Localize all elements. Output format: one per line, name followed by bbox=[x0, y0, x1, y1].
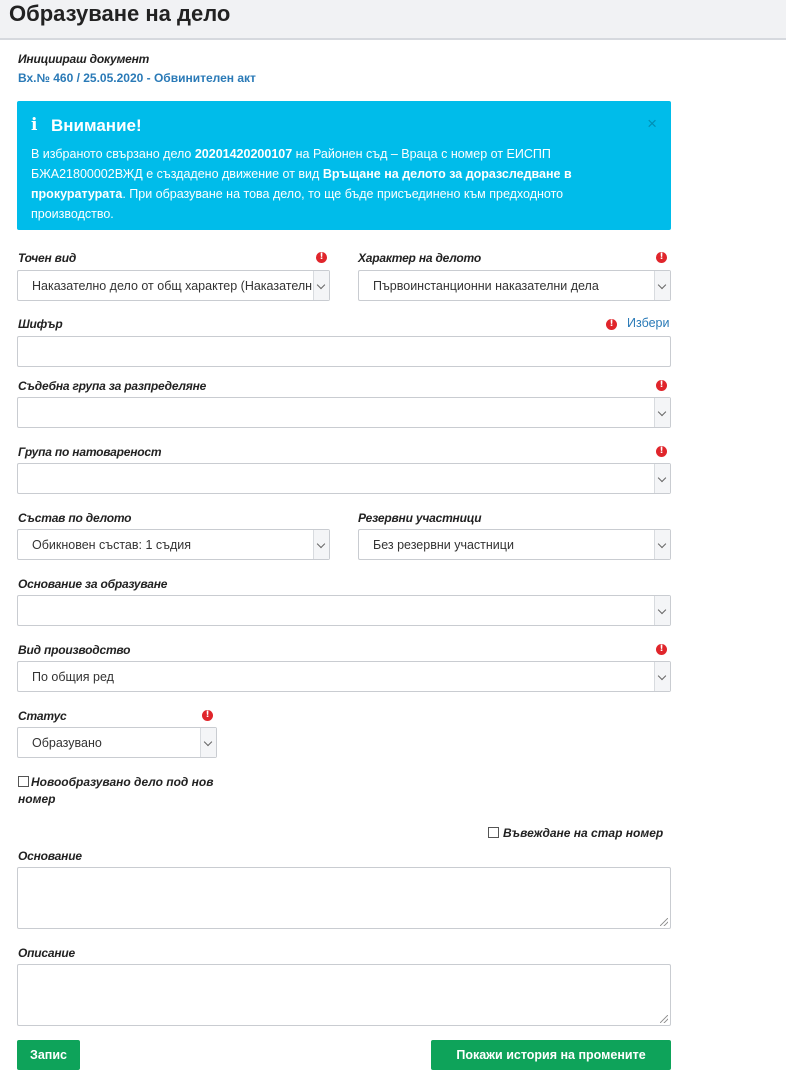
page-header: Образуване на дело bbox=[0, 0, 786, 40]
chevron-down-icon bbox=[654, 530, 670, 559]
resize-handle-icon[interactable] bbox=[660, 918, 668, 926]
chevron-down-icon bbox=[654, 596, 670, 625]
old-number-label: Въвеждане на стар номер bbox=[503, 826, 664, 840]
reserve-label: Резервни участници bbox=[358, 511, 482, 525]
status-value: Образувано bbox=[32, 736, 102, 750]
basis-textarea[interactable] bbox=[17, 867, 671, 929]
info-icon: i bbox=[31, 115, 38, 135]
grounds-init-select[interactable] bbox=[17, 595, 671, 626]
description-textarea[interactable] bbox=[17, 964, 671, 1026]
chevron-down-icon bbox=[200, 728, 216, 757]
composition-select[interactable]: Обикновен състав: 1 съдия bbox=[17, 529, 330, 560]
alert-case-number: 20201420200107 bbox=[194, 147, 293, 161]
new-case-label: Новообразувано дело под нов номер bbox=[18, 775, 214, 806]
required-icon: ! bbox=[656, 644, 667, 655]
composition-label: Състав по делото bbox=[18, 511, 132, 525]
save-button[interactable]: Запис bbox=[17, 1040, 80, 1070]
court-group-select[interactable] bbox=[17, 397, 671, 428]
initiating-doc-label: Инициираш документ bbox=[18, 52, 150, 66]
chevron-down-icon bbox=[313, 530, 329, 559]
required-icon: ! bbox=[606, 319, 617, 330]
old-number-checkbox[interactable] bbox=[488, 827, 499, 838]
exact-type-select[interactable]: Наказателно дело от общ характер (Наказа… bbox=[17, 270, 330, 301]
resize-handle-icon[interactable] bbox=[660, 1015, 668, 1023]
exact-type-label: Точен вид bbox=[18, 251, 77, 265]
required-icon: ! bbox=[316, 252, 327, 263]
chevron-down-icon bbox=[654, 398, 670, 427]
alert-title: Внимание! bbox=[51, 116, 142, 135]
case-character-value: Първоинстанционни наказателни дела bbox=[373, 279, 599, 293]
warning-alert: i Внимание! × В избраното свързано дело … bbox=[17, 101, 671, 230]
court-group-label: Съдебна група за разпределяне bbox=[18, 379, 207, 393]
basis-label: Основание bbox=[18, 849, 82, 863]
status-select[interactable]: Образувано bbox=[17, 727, 217, 758]
chevron-down-icon bbox=[654, 464, 670, 493]
composition-value: Обикновен състав: 1 съдия bbox=[32, 538, 191, 552]
reserve-value: Без резервни участници bbox=[373, 538, 514, 552]
case-character-select[interactable]: Първоинстанционни наказателни дела bbox=[358, 270, 671, 301]
proceeding-type-label: Вид производство bbox=[18, 643, 131, 657]
chevron-down-icon bbox=[654, 662, 670, 691]
show-history-button[interactable]: Покажи история на промените bbox=[431, 1040, 671, 1070]
close-icon[interactable]: × bbox=[647, 114, 657, 134]
exact-type-value: Наказателно дело от общ характер (Наказа… bbox=[32, 279, 312, 293]
required-icon: ! bbox=[656, 252, 667, 263]
case-character-label: Характер на делото bbox=[358, 251, 481, 265]
load-group-label: Група по натовареност bbox=[18, 445, 162, 459]
required-icon: ! bbox=[656, 446, 667, 457]
page-title: Образуване на дело bbox=[9, 1, 231, 26]
cipher-input[interactable] bbox=[17, 336, 671, 367]
initiating-doc-link[interactable]: Вх.№ 460 / 25.05.2020 - Обвинителен акт bbox=[18, 71, 256, 85]
required-icon: ! bbox=[656, 380, 667, 391]
chevron-down-icon bbox=[654, 271, 670, 300]
chevron-down-icon bbox=[313, 271, 329, 300]
alert-message: В избраното свързано дело 20201420200107… bbox=[31, 144, 641, 224]
description-label: Описание bbox=[18, 946, 75, 960]
grounds-init-label: Основание за образуване bbox=[18, 577, 168, 591]
cipher-label: Шифър bbox=[18, 317, 63, 331]
proceeding-type-select[interactable]: По общия ред bbox=[17, 661, 671, 692]
status-label: Статус bbox=[18, 709, 67, 723]
reserve-select[interactable]: Без резервни участници bbox=[358, 529, 671, 560]
alert-text-1: В избраното свързано дело bbox=[31, 147, 195, 161]
load-group-select[interactable] bbox=[17, 463, 671, 494]
choose-cipher-link[interactable]: Избери bbox=[627, 316, 669, 330]
proceeding-type-value: По общия ред bbox=[32, 670, 114, 684]
required-icon: ! bbox=[202, 710, 213, 721]
